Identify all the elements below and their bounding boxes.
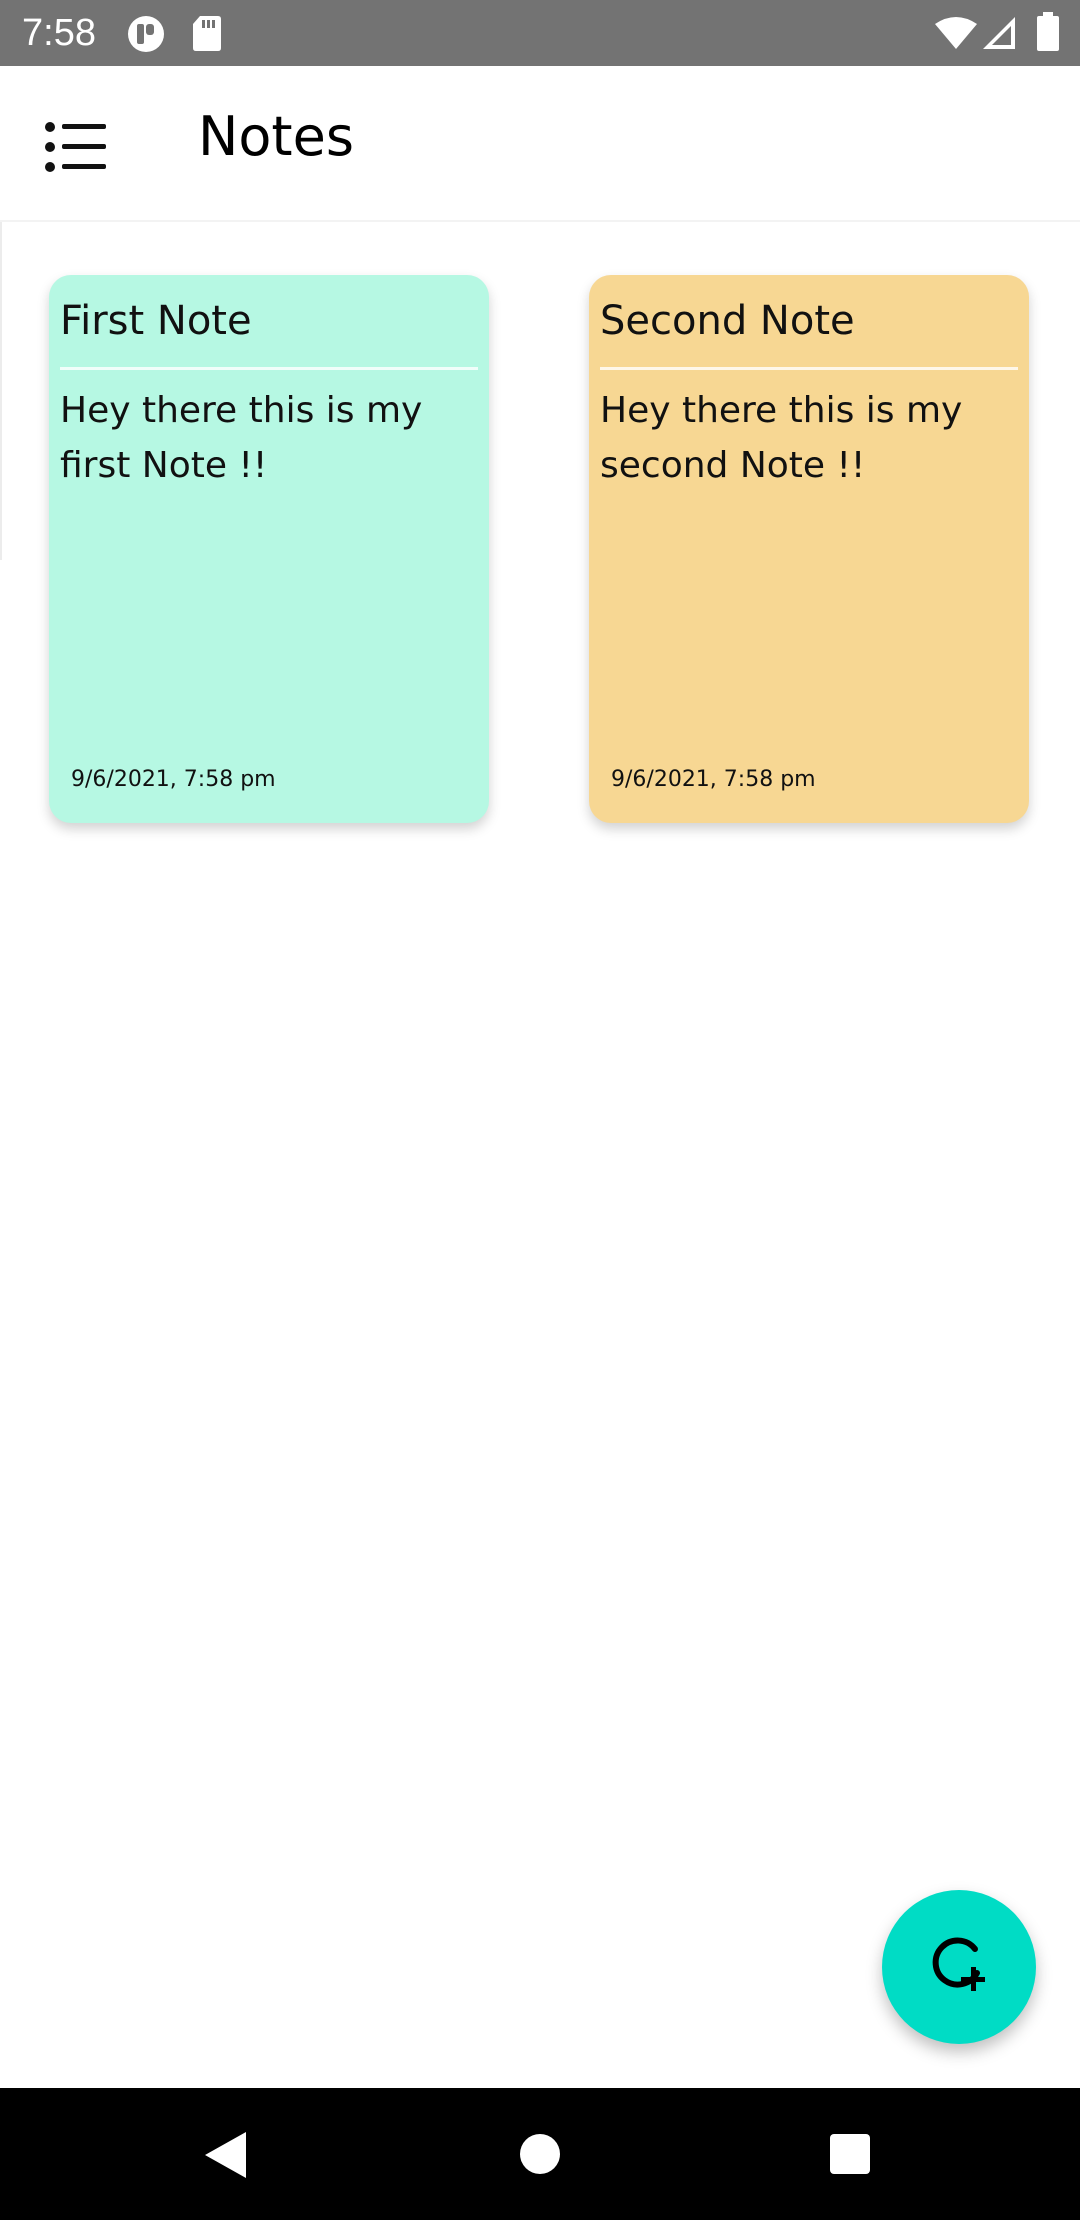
recents-icon[interactable]: [828, 2132, 872, 2180]
menu-button[interactable]: [36, 114, 116, 184]
note-divider: [60, 367, 478, 370]
notification-app-icon: [126, 14, 166, 58]
status-bar: 7:58: [0, 0, 1080, 66]
list-menu-icon: [45, 122, 107, 176]
note-date: 9/6/2021, 7:58 pm: [71, 767, 276, 792]
battery-icon: [1036, 12, 1060, 56]
wifi-icon: [934, 16, 978, 54]
note-divider: [600, 367, 1018, 370]
signal-icon: [982, 16, 1016, 54]
note-card-second[interactable]: Second Note Hey there this is my second …: [589, 275, 1029, 823]
home-icon[interactable]: [518, 2132, 562, 2180]
note-body: Hey there this is my first Note !!: [60, 390, 423, 486]
system-nav-bar: [0, 2088, 1080, 2220]
back-icon[interactable]: [202, 2130, 248, 2184]
note-card-first[interactable]: First Note Hey there this is my first No…: [49, 275, 489, 823]
app-bar: Notes: [0, 66, 1080, 222]
sd-card-icon: [192, 14, 222, 56]
page-title: Notes: [198, 105, 354, 168]
note-title: Second Note: [600, 298, 855, 344]
note-date: 9/6/2021, 7:58 pm: [611, 767, 816, 792]
drawer-edge: [0, 222, 2, 560]
status-time: 7:58: [22, 12, 96, 54]
note-body: Hey there this is my second Note !!: [600, 390, 963, 486]
add-note-button[interactable]: [882, 1890, 1036, 2044]
add-note-icon: [927, 1933, 991, 2001]
note-title: First Note: [60, 298, 252, 344]
